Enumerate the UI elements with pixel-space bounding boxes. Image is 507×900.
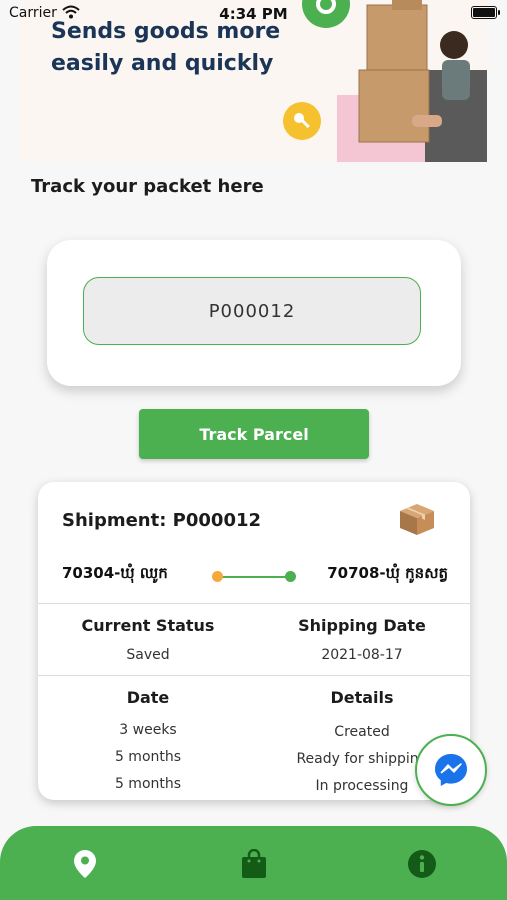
messenger-icon (435, 754, 467, 786)
section-title: Track your packet here (31, 176, 264, 197)
nav-location[interactable] (65, 844, 105, 884)
shipment-card: Shipment: P000012 70304-ឃុំ ឈូក 70708-ឃុ… (38, 482, 470, 800)
current-status-value: Saved (126, 647, 170, 663)
divider (38, 675, 470, 676)
key-icon (283, 102, 321, 140)
bottom-navigation (0, 826, 507, 900)
history-date: 5 months (114, 776, 182, 792)
status-bar: Carrier 4:34 PM (0, 0, 507, 26)
date-header: Date (126, 688, 170, 707)
info-icon (408, 850, 436, 878)
history-date: 5 months (114, 749, 182, 765)
route-line (213, 576, 293, 578)
origin-location: 70304-ឃុំ ឈូក (62, 564, 168, 582)
destination-dot (285, 571, 296, 582)
track-parcel-button[interactable]: Track Parcel (139, 409, 369, 459)
divider (38, 603, 470, 604)
battery-icon (471, 6, 500, 19)
current-status-label: Current Status (81, 616, 215, 635)
origin-dot (212, 571, 223, 582)
destination-location: 70708-ឃុំ កូនសត្វ (327, 564, 448, 582)
history-date: 3 weeks (119, 722, 177, 738)
shipping-date-label: Shipping Date (298, 616, 426, 635)
nav-shop[interactable] (234, 844, 274, 884)
tracking-card: P000012 (47, 240, 461, 386)
shipment-title: Shipment: P000012 (62, 510, 262, 531)
location-pin-icon (74, 850, 96, 878)
shipping-date-value: 2021-08-17 (321, 647, 403, 663)
route-row: 70304-ឃុំ ឈូក 70708-ឃុំ កូនសត្វ (38, 564, 470, 588)
messenger-chat-button[interactable] (415, 734, 487, 806)
details-header: Details (330, 688, 394, 707)
tracking-number-input[interactable]: P000012 (83, 277, 421, 345)
nav-info[interactable] (402, 844, 442, 884)
shopping-bag-icon (242, 849, 266, 878)
clock: 4:34 PM (219, 5, 288, 23)
package-box-icon (400, 504, 434, 535)
